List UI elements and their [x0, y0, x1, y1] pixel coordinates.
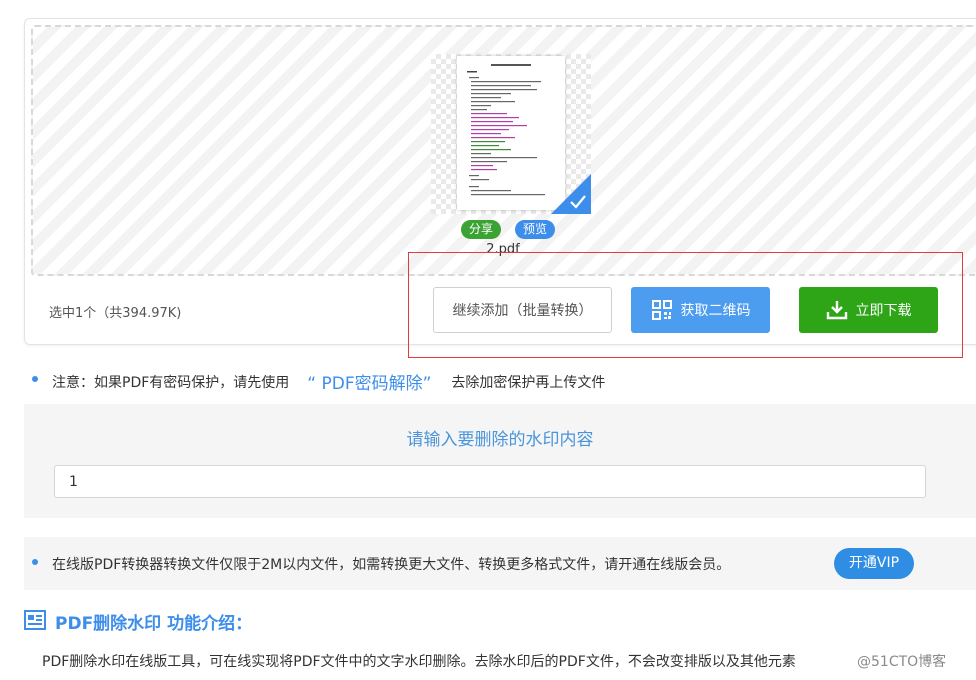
watermark-text-input[interactable] [54, 465, 926, 498]
notice-suffix: 去除加密保护再上传文件 [451, 374, 606, 391]
file-thumbnail[interactable] [431, 54, 591, 214]
get-qr-code-button[interactable]: 获取二维码 [631, 287, 770, 333]
download-now-button[interactable]: 立即下载 [799, 287, 938, 333]
preview-button[interactable]: 预览 [515, 220, 556, 239]
intro-heading: PDF删除水印 功能介绍： [24, 609, 252, 634]
document-list-icon [24, 609, 46, 634]
intro-text: PDF删除水印在线版工具，可在线实现将PDF文件中的文字水印删除。去除水印后的P… [42, 654, 796, 670]
vip-bullet [32, 559, 38, 565]
password-notice: 注意：如果PDF有密码保护，请先使用 “ PDF密码解除” 去除加密保护再上传文… [52, 369, 605, 394]
share-button[interactable]: 分享 [461, 220, 502, 239]
vip-notice-text: 在线版PDF转换器转换文件仅限于2M以内文件，如需转换更大文件、转换更多格式文件… [52, 557, 731, 573]
pdf-page-lines [467, 64, 545, 196]
file-drop-zone[interactable]: 分享 预览 2.pdf [31, 25, 976, 276]
qr-code-icon [651, 299, 673, 321]
selected-count: 选中1个（共394.97K) [49, 306, 182, 321]
open-vip-button[interactable]: 开通VIP [834, 548, 914, 579]
add-more-label: 继续添加（批量转换） [452, 303, 593, 319]
selected-check-icon [551, 174, 591, 214]
upload-card: 分享 预览 2.pdf 选中1个（共394.97K) 继续添加（批量转换） 获取… [24, 18, 976, 345]
pdf-password-removal-link[interactable]: “ PDF密码解除” [307, 369, 431, 394]
notice-prefix: 注意：如果PDF有密码保护，请先使用 [52, 374, 290, 391]
watermark-input-title: 请输入要删除的水印内容 [406, 430, 594, 450]
add-more-button[interactable]: 继续添加（批量转换） [433, 287, 612, 333]
site-watermark: @51CTO博客 [857, 651, 947, 671]
pdf-page-preview [457, 56, 565, 210]
notice-bullet [32, 376, 38, 382]
vip-notice-section: 在线版PDF转换器转换文件仅限于2M以内文件，如需转换更大文件、转换更多格式文件… [24, 537, 976, 590]
qr-label: 获取二维码 [680, 303, 751, 319]
watermark-input-section: 请输入要删除的水印内容 [24, 404, 976, 518]
intro-title: PDF删除水印 功能介绍： [55, 614, 253, 634]
file-name: 2.pdf [33, 242, 976, 257]
download-icon [826, 299, 848, 321]
download-label: 立即下载 [855, 303, 912, 319]
file-name-text: 2.pdf [486, 242, 520, 257]
file-actions: 分享 预览 [461, 220, 556, 239]
